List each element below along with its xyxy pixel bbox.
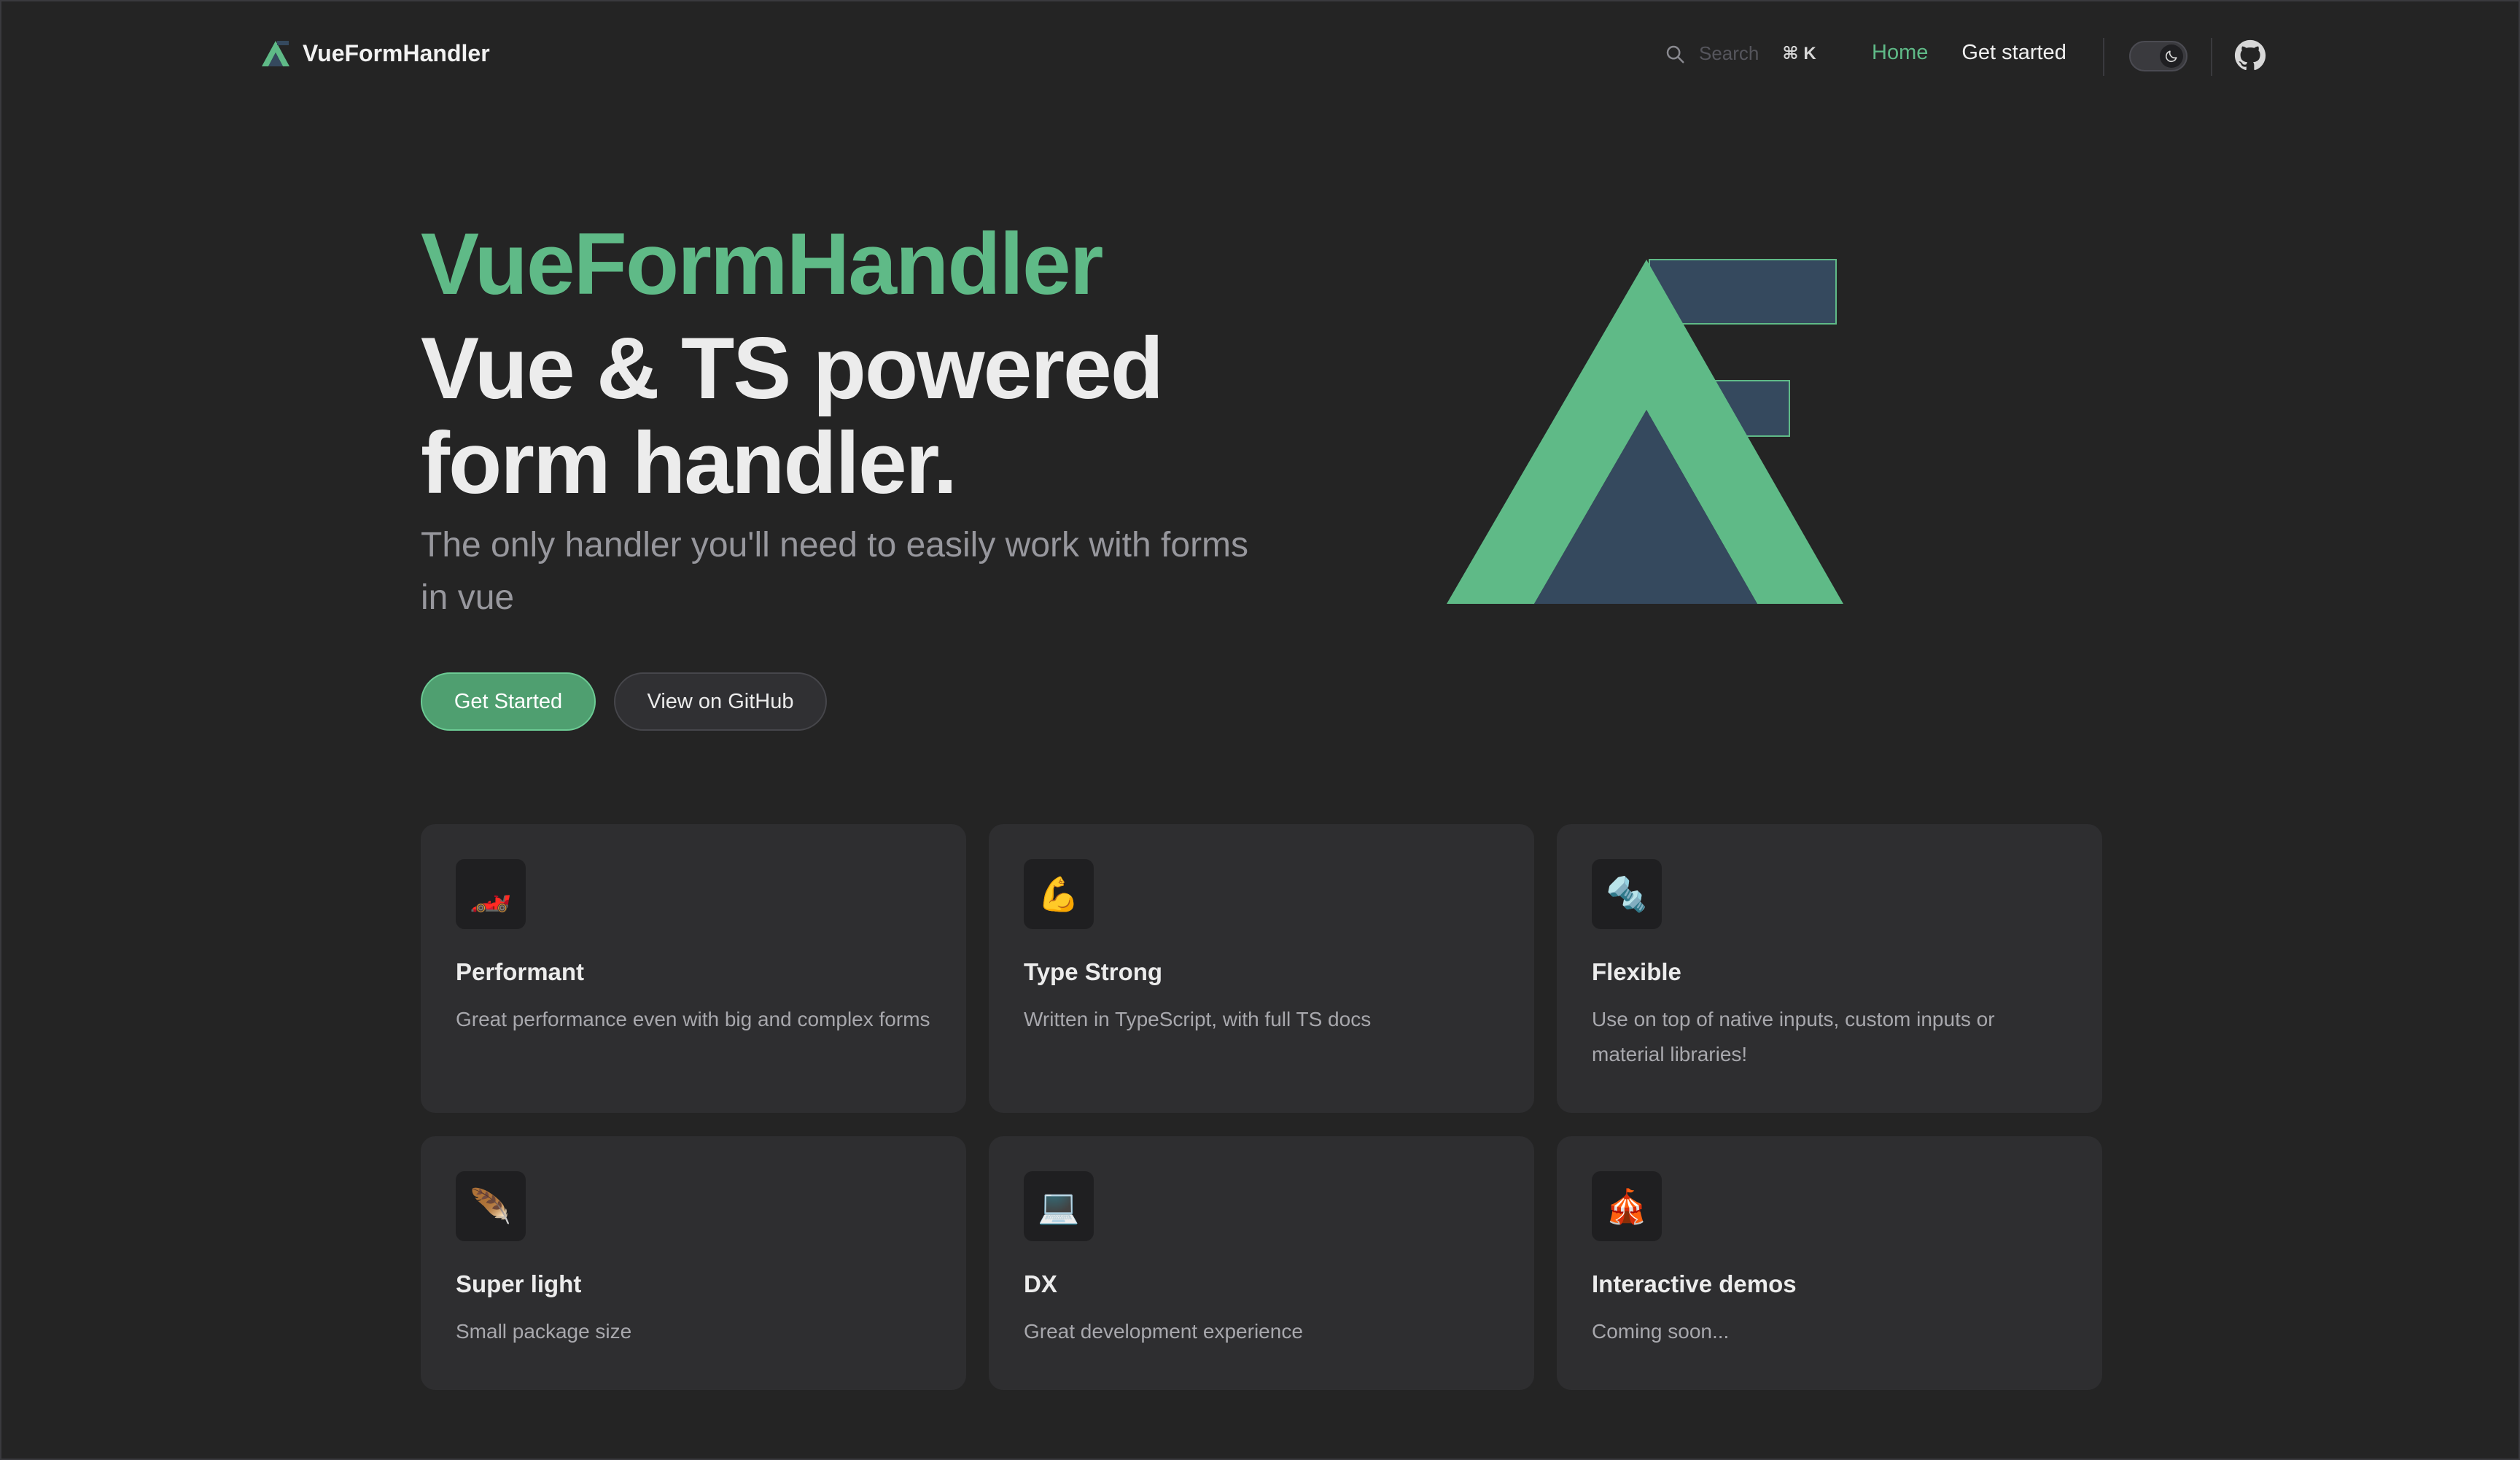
nav-link-home[interactable]: Home — [1872, 41, 1928, 65]
browser-frame: VueFormHandler Search ⌘ K Home Get start… — [0, 0, 2520, 1460]
moon-icon — [2165, 50, 2177, 63]
vueformhandler-logo-icon — [262, 41, 289, 66]
feature-details: Great performance even with big and comp… — [456, 1008, 930, 1030]
brand-title: VueFormHandler — [303, 39, 490, 66]
feature-title: Flexible — [1592, 958, 1681, 985]
feature-card-type-strong: 💪 Type Strong Written in TypeScript, wit… — [989, 824, 1534, 1113]
feature-details: Use on top of native inputs, custom inpu… — [1592, 1008, 1995, 1065]
nav-divider — [2103, 38, 2104, 76]
get-started-button[interactable]: Get Started — [421, 672, 596, 731]
feature-title: DX — [1024, 1270, 1057, 1297]
theme-toggle[interactable] — [2129, 41, 2188, 71]
feather-icon: 🪶 — [456, 1171, 526, 1241]
feature-details: Small package size — [456, 1320, 632, 1343]
theme-toggle-knob — [2160, 44, 2183, 68]
top-navbar: VueFormHandler Search ⌘ K Home Get start… — [1, 1, 2519, 111]
nut-and-bolt-icon: 🔩 — [1592, 859, 1662, 929]
site-brand[interactable]: VueFormHandler — [260, 39, 490, 67]
search-icon — [1666, 45, 1684, 63]
hero-text: Vue & TS powered form handler. — [421, 319, 1164, 512]
hero-logo-image — [1447, 259, 1843, 604]
feature-title: Interactive demos — [1592, 1270, 1797, 1297]
search-button[interactable]: Search ⌘ K — [1664, 42, 1816, 65]
feature-card-flexible: 🔩 Flexible Use on top of native inputs, … — [1557, 824, 2102, 1113]
github-link[interactable] — [2234, 39, 2266, 75]
circus-tent-icon: 🎪 — [1592, 1171, 1662, 1241]
feature-title: Super light — [456, 1270, 582, 1297]
laptop-icon: 💻 — [1024, 1171, 1094, 1241]
feature-card-performant: 🏎️ Performant Great performance even wit… — [421, 824, 966, 1113]
feature-title: Performant — [456, 958, 585, 985]
feature-details: Great development experience — [1024, 1320, 1303, 1343]
feature-card-super-light: 🪶 Super light Small package size — [421, 1136, 966, 1390]
search-shortcut-hint: ⌘ K — [1782, 44, 1816, 63]
nav-divider — [2211, 38, 2212, 76]
search-placeholder: Search — [1699, 42, 1759, 64]
feature-title: Type Strong — [1024, 958, 1163, 985]
flexed-biceps-icon: 💪 — [1024, 859, 1094, 929]
view-on-github-button[interactable]: View on GitHub — [614, 672, 827, 731]
feature-details: Coming soon... — [1592, 1320, 1730, 1343]
github-icon — [2234, 39, 2266, 71]
hero-name: VueFormHandler — [421, 215, 1103, 313]
nav-link-get-started[interactable]: Get started — [1961, 41, 2066, 65]
race-car-icon: 🏎️ — [456, 859, 526, 929]
feature-card-dx: 💻 DX Great development experience — [989, 1136, 1534, 1390]
nav-links: Home Get started — [1872, 41, 2066, 65]
feature-details: Written in TypeScript, with full TS docs — [1024, 1008, 1372, 1030]
hero-tagline: The only handler you'll need to easily w… — [421, 526, 1249, 617]
feature-card-interactive-demos: 🎪 Interactive demos Coming soon... — [1557, 1136, 2102, 1390]
